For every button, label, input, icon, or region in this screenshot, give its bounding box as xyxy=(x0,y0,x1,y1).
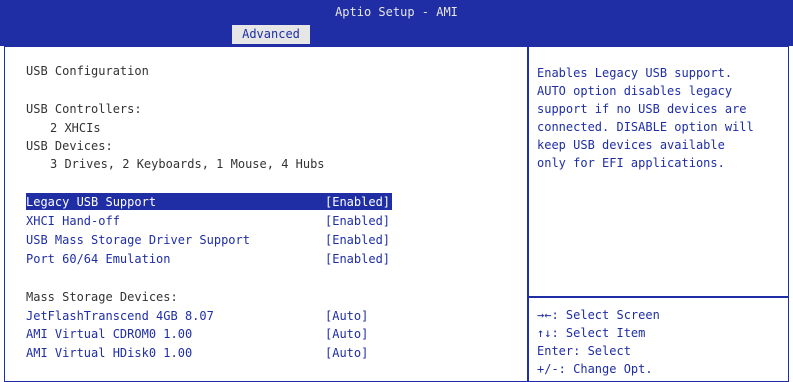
device-jetflash-value[interactable]: [Auto] xyxy=(325,309,368,323)
mass-storage-label: Mass Storage Devices: xyxy=(26,290,178,304)
help-divider xyxy=(529,296,789,298)
setting-usb-mass-storage-driver[interactable]: USB Mass Storage Driver Support xyxy=(26,233,250,247)
help-line-2: AUTO option disables legacy xyxy=(537,84,733,98)
setting-legacy-usb-support[interactable]: Legacy USB Support xyxy=(26,195,156,209)
key-change-option: +/-: Change Opt. xyxy=(537,362,653,376)
setting-xhci-hand-off-value[interactable]: [Enabled] xyxy=(325,214,390,228)
key-enter-select: Enter: Select xyxy=(537,344,631,358)
usb-devices-label: USB Devices: xyxy=(26,139,113,153)
usb-controllers-label: USB Controllers: xyxy=(26,102,142,116)
device-ami-virtual-hdisk-value[interactable]: [Auto] xyxy=(325,346,368,360)
device-ami-virtual-cdrom-value[interactable]: [Auto] xyxy=(325,327,368,341)
setting-port-60-64-emulation-value[interactable]: [Enabled] xyxy=(325,252,390,266)
device-ami-virtual-hdisk[interactable]: AMI Virtual HDisk0 1.00 xyxy=(26,346,192,360)
setting-usb-mass-storage-driver-value[interactable]: [Enabled] xyxy=(325,233,390,247)
usb-controllers-value: 2 XHCIs xyxy=(50,121,101,135)
key-select-item: ↑↓: Select Item xyxy=(537,326,646,340)
help-line-3: support if no USB devices are xyxy=(537,102,747,116)
setting-xhci-hand-off[interactable]: XHCI Hand-off xyxy=(26,214,120,228)
usb-devices-value: 3 Drives, 2 Keyboards, 1 Mouse, 4 Hubs xyxy=(50,157,325,171)
device-ami-virtual-cdrom[interactable]: AMI Virtual CDROM0 1.00 xyxy=(26,327,192,341)
key-select-screen: →←: Select Screen xyxy=(537,308,660,322)
app-title: Aptio Setup - AMI xyxy=(335,5,458,19)
setting-legacy-usb-support-value[interactable]: [Enabled] xyxy=(325,195,390,209)
help-line-6: only for EFI applications. xyxy=(537,156,725,170)
setting-port-60-64-emulation[interactable]: Port 60/64 Emulation xyxy=(26,252,171,266)
panel-divider xyxy=(527,46,529,382)
header-bar: Aptio Setup - AMI Advanced xyxy=(0,0,793,46)
help-line-4: connected. DISABLE option will xyxy=(537,120,754,134)
tab-advanced[interactable]: Advanced xyxy=(232,25,310,44)
help-line-5: keep USB devices available xyxy=(537,138,725,152)
help-line-1: Enables Legacy USB support. xyxy=(537,66,733,80)
section-title: USB Configuration xyxy=(26,64,149,78)
device-jetflash[interactable]: JetFlashTranscend 4GB 8.07 xyxy=(26,309,214,323)
